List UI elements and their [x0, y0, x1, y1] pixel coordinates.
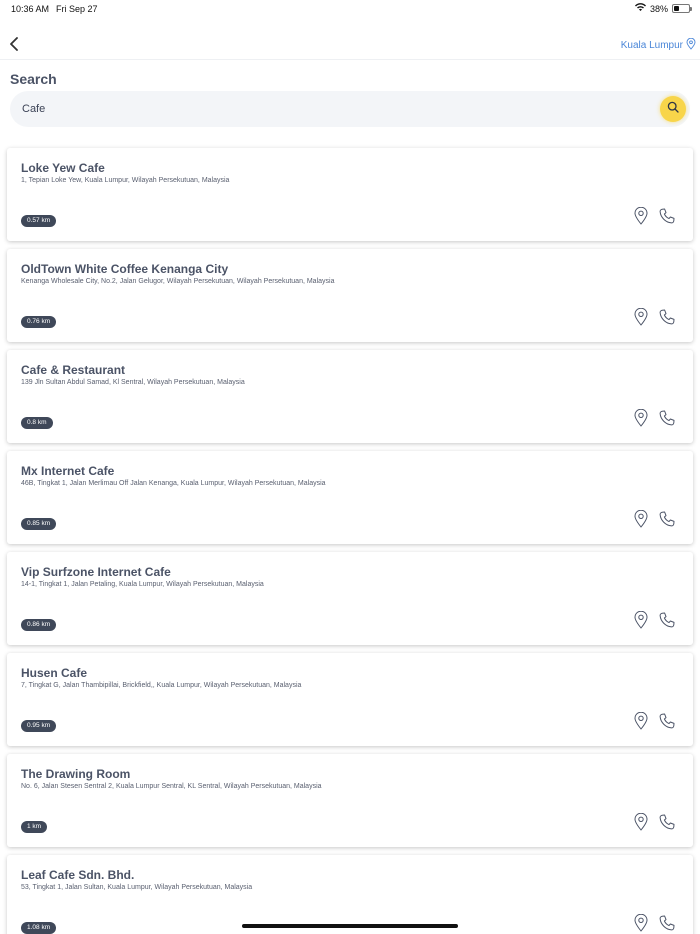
phone-icon [659, 915, 675, 934]
distance-badge: 0.95 km [21, 720, 57, 732]
result-card[interactable]: Cafe & Restaurant 139 Jln Sultan Abdul S… [7, 350, 693, 443]
directions-button[interactable] [632, 408, 650, 432]
place-address: 46B, Tingkat 1, Jalan Merlimau Off Jalan… [21, 480, 326, 487]
directions-button[interactable] [632, 711, 650, 735]
place-address: No. 6, Jalan Stesen Sentral 2, Kuala Lum… [21, 783, 322, 790]
status-time: 10:36 AM [11, 4, 50, 14]
call-button[interactable] [658, 612, 676, 633]
call-button[interactable] [658, 410, 676, 431]
phone-icon [659, 814, 675, 835]
home-indicator[interactable] [242, 924, 458, 928]
call-button[interactable] [658, 915, 676, 934]
status-indicators: 38% [634, 3, 692, 14]
place-address: 1, Tepian Loke Yew, Kuala Lumpur, Wilaya… [21, 177, 230, 184]
distance-badge: 0.76 km [21, 316, 57, 328]
status-date: Fri Sep 27 [56, 4, 98, 14]
search-icon [667, 100, 679, 118]
directions-button[interactable] [632, 913, 650, 934]
page-title: Search [10, 71, 57, 87]
place-name: Husen Cafe [21, 666, 88, 680]
place-address: Kenanga Wholesale City, No.2, Jalan Gelu… [21, 278, 335, 285]
directions-button[interactable] [632, 812, 650, 836]
result-card[interactable]: Loke Yew Cafe 1, Tepian Loke Yew, Kuala … [7, 148, 693, 241]
distance-badge: 1.08 km [21, 922, 57, 934]
search-button[interactable] [660, 96, 686, 122]
nav-bar: Kuala Lumpur [0, 30, 700, 60]
phone-icon [659, 410, 675, 431]
directions-button[interactable] [632, 206, 650, 230]
place-name: OldTown White Coffee Kenanga City [21, 262, 229, 276]
map-pin-icon [634, 812, 648, 836]
wifi-icon [634, 3, 646, 14]
place-name: Cafe & Restaurant [21, 363, 126, 377]
place-address: 139 Jln Sultan Abdul Samad, Kl Sentral, … [21, 379, 245, 386]
map-pin-icon [634, 509, 648, 533]
battery-icon [672, 4, 692, 13]
directions-button[interactable] [632, 610, 650, 634]
call-button[interactable] [658, 208, 676, 229]
result-card[interactable]: Mx Internet Cafe 46B, Tingkat 1, Jalan M… [7, 451, 693, 544]
phone-icon [659, 713, 675, 734]
place-address: 14-1, Tingkat 1, Jalan Petaling, Kuala L… [21, 581, 264, 588]
place-name: The Drawing Room [21, 767, 131, 781]
distance-badge: 0.86 km [21, 619, 57, 631]
search-bar [10, 91, 690, 127]
distance-badge: 0.8 km [21, 417, 53, 429]
back-button[interactable] [4, 36, 24, 56]
distance-badge: 0.57 km [21, 215, 57, 227]
call-button[interactable] [658, 511, 676, 532]
map-pin-icon [634, 711, 648, 735]
map-pin-icon [686, 37, 696, 53]
result-card[interactable]: Vip Surfzone Internet Cafe 14-1, Tingkat… [7, 552, 693, 645]
result-card[interactable]: Husen Cafe 7, Tingkat G, Jalan Thambipil… [7, 653, 693, 746]
distance-badge: 0.85 km [21, 518, 57, 530]
map-pin-icon [634, 913, 648, 934]
result-card[interactable]: The Drawing Room No. 6, Jalan Stesen Sen… [7, 754, 693, 847]
place-address: 7, Tingkat G, Jalan Thambipillai, Brickf… [21, 682, 302, 689]
search-input[interactable] [22, 99, 622, 119]
phone-icon [659, 511, 675, 532]
result-card[interactable]: Leaf Cafe Sdn. Bhd. 53, Tingkat 1, Jalan… [7, 855, 693, 934]
place-address: 53, Tingkat 1, Jalan Sultan, Kuala Lumpu… [21, 884, 253, 891]
place-name: Loke Yew Cafe [21, 161, 105, 175]
call-button[interactable] [658, 713, 676, 734]
call-button[interactable] [658, 814, 676, 835]
directions-button[interactable] [632, 307, 650, 331]
call-button[interactable] [658, 309, 676, 330]
phone-icon [659, 208, 675, 229]
directions-button[interactable] [632, 509, 650, 533]
battery-level [674, 6, 679, 11]
map-pin-icon [634, 408, 648, 432]
chevron-left-icon [9, 36, 19, 56]
place-name: Leaf Cafe Sdn. Bhd. [21, 868, 135, 882]
place-name: Vip Surfzone Internet Cafe [21, 565, 171, 579]
place-name: Mx Internet Cafe [21, 464, 115, 478]
result-card[interactable]: OldTown White Coffee Kenanga City Kenang… [7, 249, 693, 342]
phone-icon [659, 612, 675, 633]
location-label: Kuala Lumpur [620, 40, 683, 51]
location-selector[interactable]: Kuala Lumpur [620, 37, 696, 53]
map-pin-icon [634, 610, 648, 634]
battery-percent: 38% [649, 3, 668, 14]
map-pin-icon [634, 206, 648, 230]
phone-icon [659, 309, 675, 330]
map-pin-icon [634, 307, 648, 331]
distance-badge: 1 km [21, 821, 48, 833]
status-bar: 10:36 AM Fri Sep 27 38% [0, 0, 700, 20]
